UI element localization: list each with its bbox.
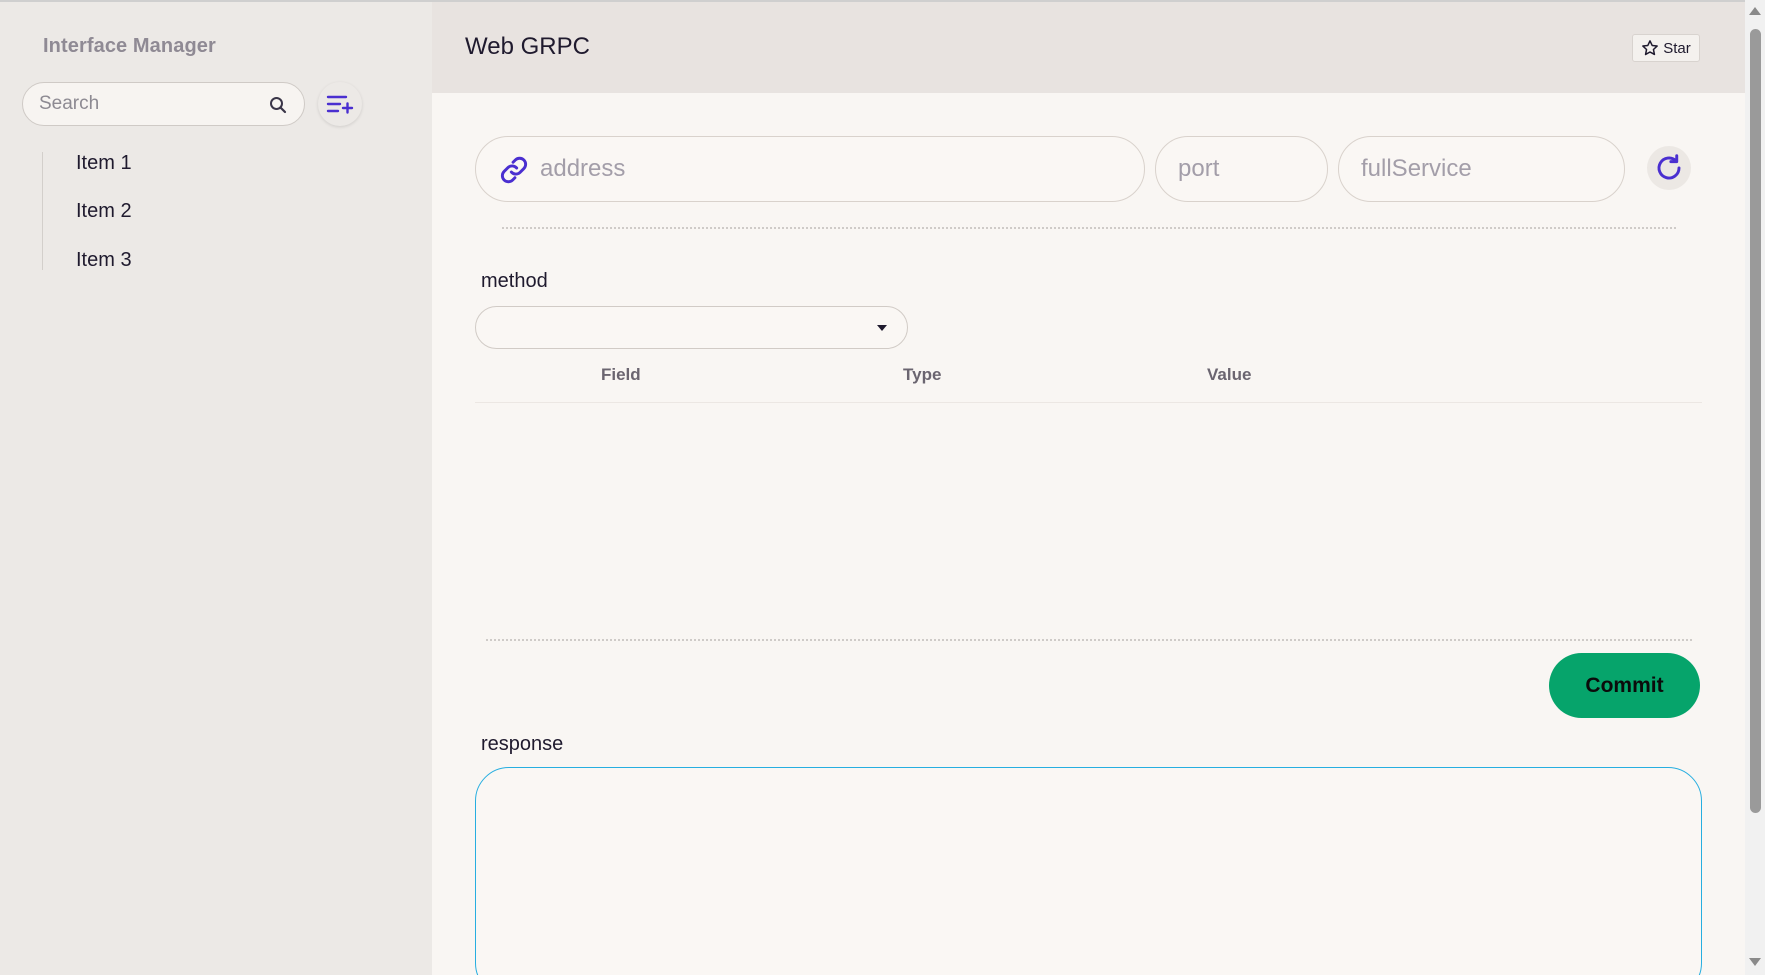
port-field-wrap [1155,136,1328,202]
link-icon [500,156,528,184]
address-input[interactable] [540,137,1130,201]
method-label: method [481,270,548,292]
header: Web GRPC Star [432,2,1745,93]
divider [486,639,1692,641]
vertical-scrollbar[interactable] [1745,0,1765,975]
sidebar-title: Interface Manager [43,35,216,57]
refresh-button[interactable] [1647,146,1691,190]
commit-button[interactable]: Commit [1549,653,1700,718]
port-input[interactable] [1178,137,1318,201]
response-label: response [481,733,564,755]
main-panel: method Field Type Value Commit response [432,93,1745,975]
search-input[interactable] [39,83,259,125]
table-header-rule [475,402,1702,403]
caret-down-icon [877,325,887,331]
star-label: Star [1663,39,1691,57]
list-add-icon [326,95,354,114]
add-interface-button[interactable] [318,82,362,126]
scroll-down-arrow-icon[interactable] [1749,958,1761,966]
scroll-thumb[interactable] [1750,29,1761,813]
interface-tree: Item 1 Item 2 Item 3 [42,152,382,272]
full-service-input[interactable] [1361,137,1611,201]
tree-item-1[interactable]: Item 1 [76,152,132,175]
column-header-field: Field [601,365,641,384]
method-select[interactable] [475,306,908,349]
tree-item-3[interactable]: Item 3 [76,249,132,272]
sidebar: Interface Manager Item 1 Item 2 Item 3 [0,2,432,975]
search-icon[interactable] [268,95,288,115]
response-textarea[interactable] [475,767,1702,975]
refresh-icon [1657,154,1681,180]
divider [502,227,1676,229]
page-title: Web GRPC [465,33,590,60]
service-field-wrap [1338,136,1625,202]
tree-item-2[interactable]: Item 2 [76,200,132,223]
scroll-up-arrow-icon[interactable] [1749,7,1761,15]
search-box [22,82,305,126]
column-header-type: Type [903,365,942,384]
star-icon [1642,40,1659,56]
address-field-wrap [475,136,1145,202]
column-header-value: Value [1207,365,1252,384]
star-button[interactable]: Star [1632,34,1700,62]
